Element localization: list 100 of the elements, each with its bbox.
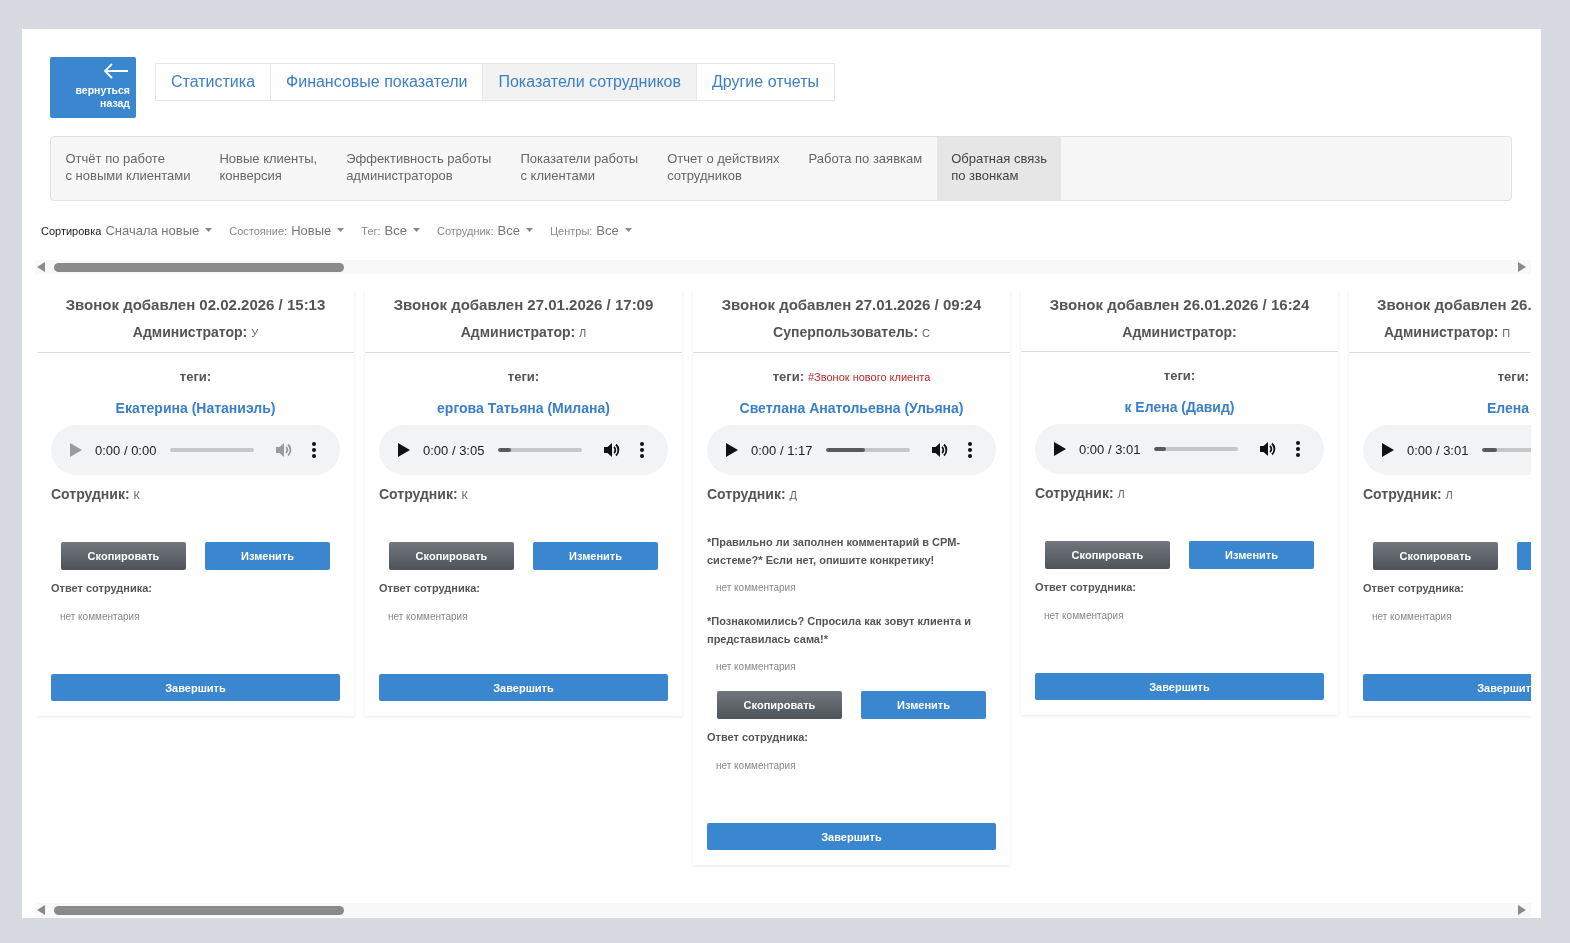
edit-button[interactable]: Изменить (1189, 541, 1314, 569)
report-nav-item[interactable]: Отчет о действиях сотрудников (652, 137, 794, 200)
edit-button[interactable]: Изменить (861, 691, 986, 719)
report-nav-item[interactable]: Эффективность работы администраторов (331, 137, 506, 200)
progress-track[interactable] (1154, 447, 1239, 451)
volume-icon[interactable] (1260, 441, 1277, 457)
copy-button[interactable]: Скопировать (389, 542, 514, 570)
client-link[interactable]: Светлана Анатольевна (Ульяна) (739, 400, 964, 416)
tags-label: теги: (179, 369, 212, 384)
card-title: Звонок добавлен 27.01.2026 / 17:09 (393, 296, 654, 313)
comment-text: нет комментария (716, 661, 796, 672)
scrollbar-track[interactable] (35, 903, 1531, 917)
edit-button[interactable]: Изменить (205, 542, 330, 570)
card-title: Звонок добавлен 26.01.2026 / 16:24 (1049, 296, 1310, 313)
client-link[interactable]: Елена (1486, 400, 1529, 416)
employee-line: Сотрудник: Л (1035, 485, 1125, 501)
audio-time: 0:00 / 3:01 (1407, 442, 1469, 458)
caret-icon (413, 228, 420, 232)
copy-button[interactable]: Скопировать (717, 691, 842, 719)
employee-line: Сотрудник: Л (1363, 486, 1453, 502)
copy-button[interactable]: Скопировать (61, 542, 186, 570)
volume-icon[interactable] (932, 442, 949, 458)
comment-text: нет комментария (388, 611, 468, 622)
finish-button[interactable]: Завершит (1363, 674, 1531, 701)
employee-line: Сотрудник: К (379, 486, 468, 502)
report-nav-item[interactable]: Обратная связь по звонкам (936, 137, 1062, 200)
comment-text: нет комментария (1372, 611, 1452, 622)
audio-player[interactable]: 0:00 / 1:17 (707, 425, 996, 475)
report-tab[interactable]: Показатели сотрудников (483, 63, 697, 101)
scroll-left-icon[interactable] (37, 905, 45, 915)
progress-track[interactable] (826, 448, 911, 452)
arrow-left-icon (103, 63, 129, 79)
play-icon[interactable] (398, 443, 410, 457)
employee-line: Сотрудник: К (51, 486, 140, 502)
question-text: *Правильно ли заполнен комментарий в СРМ-системе?* Если нет, опишите конкретику! (707, 535, 962, 568)
scrollbar-thumb[interactable] (54, 905, 344, 915)
report-tab[interactable]: Статистика (155, 63, 272, 101)
filter-dropdown[interactable]: Центры: Все (549, 222, 632, 238)
progress-track[interactable] (170, 448, 255, 452)
scroll-right-icon[interactable] (1518, 905, 1526, 915)
author-line: Суперпользователь: С (773, 324, 930, 340)
question-text: *Познакомились? Спросила как зовут клиента и представилась сама!* (707, 614, 972, 647)
finish-button[interactable]: Завершить (51, 674, 340, 701)
filter-dropdown[interactable]: Состояние: Новые (229, 222, 345, 238)
answer-label: Ответ сотрудника: (1035, 581, 1137, 593)
employee-line: Сотрудник: Д (707, 486, 797, 502)
report-tab[interactable]: Другие отчеты (696, 63, 836, 101)
card-title: Звонок добавлен 27.01.2026 / 09:24 (721, 296, 982, 313)
finish-button[interactable]: Завершить (379, 674, 668, 701)
more-icon[interactable] (640, 442, 645, 458)
play-icon[interactable] (1054, 442, 1066, 456)
answer-label: Ответ сотрудника: (379, 582, 481, 594)
client-link[interactable]: ергова Татьяна (Милана) (437, 400, 610, 416)
progress-track[interactable] (1482, 448, 1531, 452)
scroll-right-icon[interactable] (1518, 262, 1526, 272)
more-icon[interactable] (312, 442, 317, 458)
tags-label: теги: (507, 369, 540, 384)
tags-label: теги: (772, 369, 804, 384)
scroll-left-icon[interactable] (37, 262, 45, 272)
report-nav-item[interactable]: Новые клиенты, конверсия (204, 137, 332, 200)
audio-player[interactable]: 0:00 / 3:01 (1363, 425, 1531, 475)
finish-button[interactable]: Завершить (707, 823, 996, 850)
finish-button[interactable]: Завершить (1035, 673, 1324, 700)
report-nav-item[interactable]: Показатели работы с клиентами (505, 137, 653, 200)
edit-button[interactable]: Изменить (533, 542, 658, 570)
card-title: Звонок добавлен 26. (1377, 296, 1531, 313)
caret-icon (337, 228, 345, 232)
comment-text: нет комментария (1044, 610, 1124, 621)
hashtag-text[interactable]: #Звонок нового клиента (808, 371, 931, 383)
filter-dropdown[interactable]: Сотрудник: Все (437, 222, 533, 238)
tags-label: теги: (1497, 369, 1529, 384)
client-link[interactable]: к Елена (Давид) (1124, 399, 1235, 415)
copy-button[interactable]: Скопировать (1045, 541, 1170, 569)
comment-text: нет комментария (716, 582, 796, 593)
filter-dropdown[interactable]: Тег: Все (361, 222, 420, 238)
more-icon[interactable] (968, 442, 973, 458)
author-line: Администратор: У (132, 324, 259, 340)
play-icon[interactable] (726, 443, 738, 457)
sort-dropdown[interactable]: Сортировка Сначала новые (41, 222, 213, 238)
report-nav-item[interactable]: Работа по заявкам (794, 137, 937, 200)
more-icon[interactable] (1296, 441, 1301, 457)
author-line: Администратор: (1122, 324, 1237, 340)
caret-icon (624, 228, 632, 232)
scrollbar-track[interactable] (35, 260, 1531, 274)
answer-label: Ответ сотрудника: (1363, 582, 1465, 594)
client-link[interactable]: Екатерина (Натаниэль) (115, 400, 276, 416)
answer-label: Ответ сотрудника: (707, 731, 809, 743)
comment-text: нет комментария (716, 760, 796, 771)
audio-player[interactable]: 0:00 / 3:01 (1035, 424, 1324, 474)
scrollbar-thumb[interactable] (54, 262, 344, 272)
audio-player[interactable]: 0:00 / 3:05 (379, 425, 668, 475)
copy-button[interactable]: Скопировать (1373, 542, 1498, 570)
volume-icon[interactable] (604, 442, 621, 458)
report-tab[interactable]: Финансовые показатели (271, 63, 484, 101)
progress-track[interactable] (498, 448, 583, 452)
audio-time: 0:00 / 3:05 (423, 442, 485, 458)
play-icon[interactable] (1382, 443, 1394, 457)
report-nav-item[interactable]: Отчёт по работе с новыми клиентами (51, 137, 205, 200)
answer-label: Ответ сотрудника: (51, 582, 153, 594)
back-button[interactable]: вернуться назад (50, 57, 136, 118)
